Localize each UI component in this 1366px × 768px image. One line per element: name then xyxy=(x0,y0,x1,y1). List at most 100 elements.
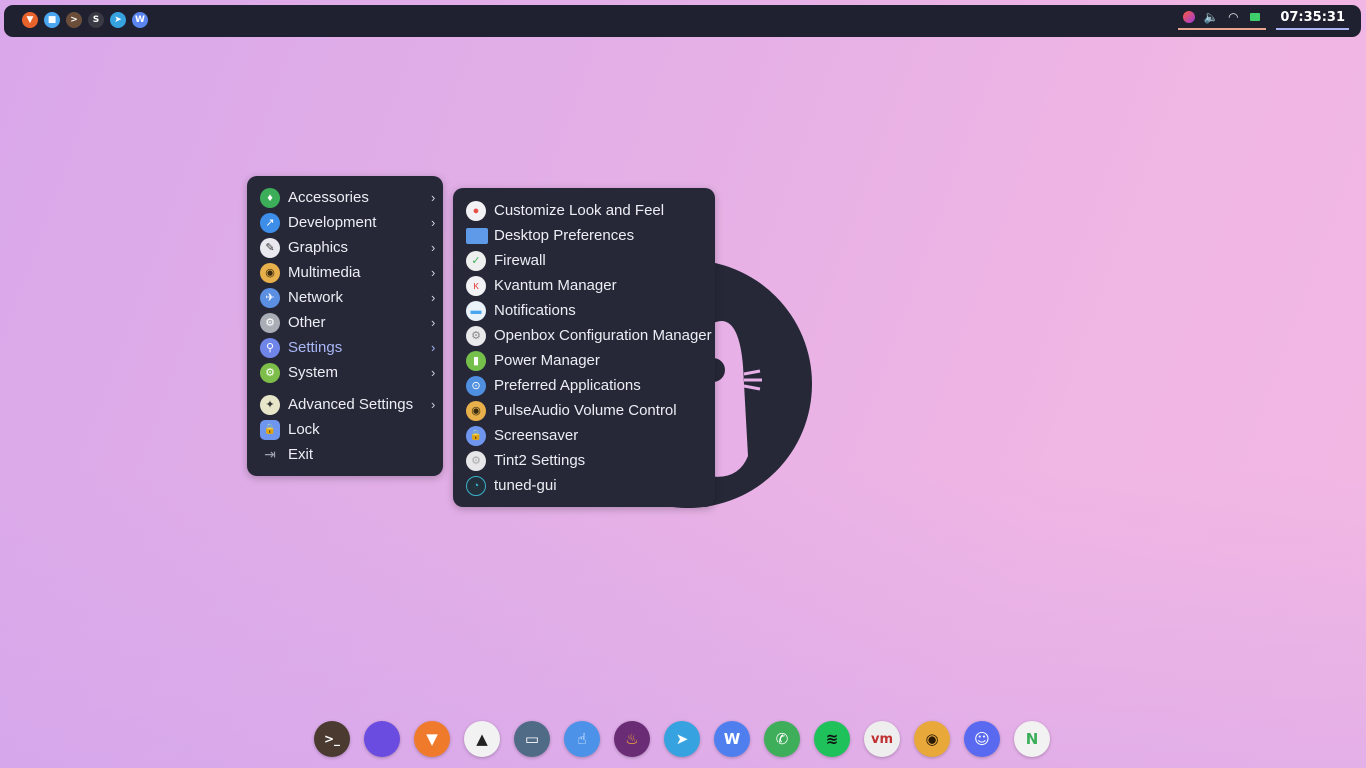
firewall-icon: ✓ xyxy=(466,250,486,271)
submenu-item-notifications[interactable]: ▬ Notifications xyxy=(466,298,576,323)
chevron-right-icon: › xyxy=(431,315,436,330)
submenu-item-pulseaudio[interactable]: ◉ PulseAudio Volume Control xyxy=(466,398,677,423)
chevron-right-icon: › xyxy=(431,290,436,305)
menu-item-advanced-settings[interactable]: ✦ Advanced Settings › xyxy=(260,392,435,417)
menu-item-label: Accessories xyxy=(288,189,369,206)
discord-dock-icon[interactable]: ☺ xyxy=(964,721,1000,757)
top-panel: ▼ ■ > S ➤ W 🔈 ◠ 07:35:31 xyxy=(4,5,1361,37)
chevron-right-icon: › xyxy=(431,397,436,412)
menu-item-development[interactable]: ↗ Development › xyxy=(260,210,435,235)
submenu-item-firewall[interactable]: ✓ Firewall xyxy=(466,248,546,273)
submenu-item-power-manager[interactable]: ▮ Power Manager xyxy=(466,348,600,373)
audio-dock-icon[interactable]: ◉ xyxy=(914,721,950,757)
firefox-dock-icon[interactable]: ♨ xyxy=(614,721,650,757)
menu-item-label: System xyxy=(288,364,339,381)
submenu-item-kvantum[interactable]: κ Kvantum Manager xyxy=(466,273,617,298)
submenu-item-label: Openbox Configuration Manager xyxy=(494,327,712,344)
tuned-gui-icon: ◔ xyxy=(466,475,486,496)
panel-launchers: ▼ ■ > S ➤ W xyxy=(22,12,148,28)
menu-item-label: Advanced Settings xyxy=(288,396,414,413)
menu-item-multimedia[interactable]: ◉ Multimedia › xyxy=(260,260,435,285)
tint2-icon: ⚙ xyxy=(466,450,486,471)
submenu-item-label: Tint2 Settings xyxy=(494,452,586,469)
virtual-machine-dock-icon[interactable]: ▭ xyxy=(514,721,550,757)
submenu-item-label: Power Manager xyxy=(494,352,600,369)
multimedia-icon: ◉ xyxy=(260,262,280,283)
menu-item-settings[interactable]: ⚲ Settings › xyxy=(260,335,435,360)
clock[interactable]: 07:35:31 xyxy=(1276,10,1349,30)
accessories-icon: ♦ xyxy=(260,187,280,208)
desktop-preferences-icon xyxy=(466,227,488,244)
inkscape-dock-icon[interactable]: ▲ xyxy=(464,721,500,757)
terminal-dock-icon[interactable]: >_ xyxy=(314,721,350,757)
menu-item-lock[interactable]: 🔒 Lock xyxy=(260,417,320,442)
chevron-right-icon: › xyxy=(431,240,436,255)
submenu-item-tint2[interactable]: ⚙ Tint2 Settings xyxy=(466,448,585,473)
menu-item-graphics[interactable]: ✎ Graphics › xyxy=(260,235,435,260)
notifications-icon: ▬ xyxy=(466,300,486,321)
exit-icon: ⇥ xyxy=(264,446,276,462)
submenu-item-screensaver[interactable]: 🔒 Screensaver xyxy=(466,423,578,448)
menu-item-other[interactable]: ⚙ Other › xyxy=(260,310,435,335)
submenu-item-tuned-gui[interactable]: ◔ tuned-gui xyxy=(466,473,557,498)
brave-dock-icon[interactable]: ▼ xyxy=(414,721,450,757)
system-icon: ⚙ xyxy=(260,362,280,383)
submenu-item-customize-look[interactable]: ● Customize Look and Feel xyxy=(466,198,664,223)
submenu-item-label: Kvantum Manager xyxy=(494,277,617,294)
telegram-dock-icon[interactable]: ➤ xyxy=(664,721,700,757)
settings-icon: ⚲ xyxy=(260,337,280,358)
telegram-icon[interactable]: ➤ xyxy=(110,12,126,28)
battery-icon[interactable] xyxy=(1248,10,1262,24)
chevron-right-icon: › xyxy=(431,265,436,280)
preferred-apps-icon: ⊙ xyxy=(466,375,486,396)
submenu-item-preferred-apps[interactable]: ⊙ Preferred Applications xyxy=(466,373,641,398)
vmware-dock-icon[interactable]: vm xyxy=(864,721,900,757)
app-tray-icon[interactable] xyxy=(1182,10,1196,24)
submenu-item-label: Preferred Applications xyxy=(494,377,641,394)
submenu-item-label: Screensaver xyxy=(494,427,579,444)
files-icon[interactable]: ■ xyxy=(44,12,60,28)
customize-look-icon: ● xyxy=(466,200,486,221)
neovim-dock-icon[interactable]: N xyxy=(1014,721,1050,757)
submenu-item-label: PulseAudio Volume Control xyxy=(494,402,677,419)
menu-item-label: Other xyxy=(288,314,326,331)
lock-icon: 🔒 xyxy=(260,419,280,440)
whatsapp-dock-icon[interactable]: ✆ xyxy=(764,721,800,757)
spotify-dock-icon[interactable]: ≋ xyxy=(814,721,850,757)
network-icon: ✈ xyxy=(260,287,280,308)
chevron-right-icon: › xyxy=(431,190,436,205)
wps-dock-icon[interactable]: W xyxy=(714,721,750,757)
menu-item-label: Development xyxy=(288,214,377,231)
wps-icon[interactable]: W xyxy=(132,12,148,28)
submenu-item-label: Firewall xyxy=(494,252,546,269)
graphics-icon: ✎ xyxy=(260,237,280,258)
submenu-item-desktop-preferences[interactable]: Desktop Preferences xyxy=(466,223,634,248)
menu-item-label: Settings xyxy=(288,339,343,356)
submenu-item-label: Notifications xyxy=(494,302,576,319)
wifi-icon[interactable]: ◠ xyxy=(1226,10,1240,24)
touch-dock-icon[interactable]: ☝ xyxy=(564,721,600,757)
submenu-item-label: tuned-gui xyxy=(494,477,557,494)
menu-item-network[interactable]: ✈ Network › xyxy=(260,285,435,310)
main-menu: ♦ Accessories › ↗ Development › ✎ Graphi… xyxy=(247,176,443,476)
sublime-icon[interactable]: S xyxy=(88,12,104,28)
menu-item-label: Exit xyxy=(288,446,314,463)
advanced-settings-icon: ✦ xyxy=(260,394,280,415)
screensaver-icon: 🔒 xyxy=(466,425,486,446)
chevron-right-icon: › xyxy=(431,340,436,355)
dock: >_ ▼ ▲ ▭ ☝ ♨ ➤ W ✆ ≋ vm ◉ ☺ N xyxy=(314,721,1050,757)
submenu-item-openbox[interactable]: ⚙ Openbox Configuration Manager xyxy=(466,323,712,348)
menu-item-system[interactable]: ⚙ System › xyxy=(260,360,435,385)
menu-item-exit[interactable]: ⇥ Exit xyxy=(260,442,313,467)
other-icon: ⚙ xyxy=(260,312,280,333)
submenu-item-label: Customize Look and Feel xyxy=(494,202,665,219)
system-tray: 🔈 ◠ 07:35:31 xyxy=(1178,10,1349,30)
terminal-icon[interactable]: > xyxy=(66,12,82,28)
volume-icon[interactable]: 🔈 xyxy=(1204,10,1219,24)
tray-icons: 🔈 ◠ xyxy=(1178,10,1267,30)
chevron-right-icon: › xyxy=(431,215,436,230)
brave-icon[interactable]: ▼ xyxy=(22,12,38,28)
menu-item-accessories[interactable]: ♦ Accessories › xyxy=(260,185,435,210)
pulseaudio-icon: ◉ xyxy=(466,400,486,421)
files-dock-icon[interactable] xyxy=(364,721,400,757)
